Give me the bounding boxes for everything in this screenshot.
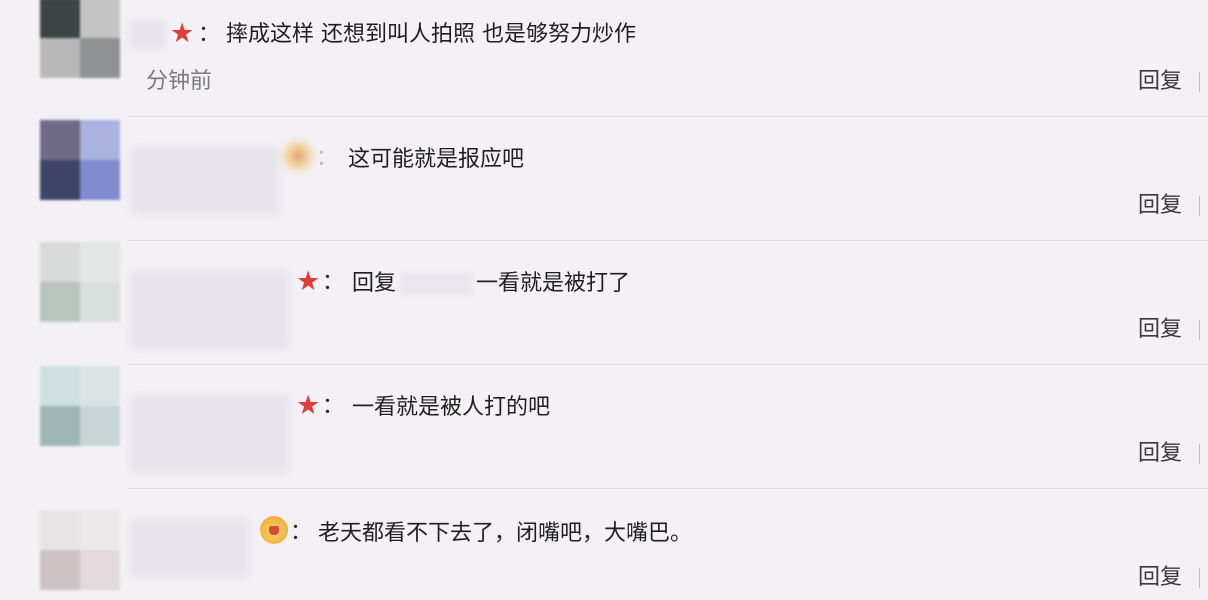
comment-time: 分钟前 bbox=[146, 69, 213, 94]
reply-separator bbox=[1199, 72, 1200, 92]
divider bbox=[128, 488, 1208, 489]
username-blurred[interactable] bbox=[130, 270, 290, 350]
reply-button[interactable]: 回复 bbox=[1138, 193, 1182, 218]
comment-text: 摔成这样 还想到叫人拍照 也是够努力炒作 bbox=[226, 22, 636, 47]
divider bbox=[128, 240, 1208, 241]
star-icon: ★ bbox=[296, 390, 321, 421]
divider bbox=[128, 116, 1208, 117]
mentioned-user-blurred[interactable] bbox=[400, 273, 473, 295]
comment-item: ： 老天都看不下去了，闭嘴吧，大嘴巴。 回复 bbox=[0, 488, 1208, 600]
reply-button[interactable]: 回复 bbox=[1138, 317, 1182, 342]
comment-item: ： 这可能就是报应吧 回复 bbox=[0, 116, 1208, 240]
comment-item: ★ ： 摔成这样 还想到叫人拍照 也是够努力炒作 分钟前 回复 bbox=[0, 0, 1208, 116]
star-icon: ★ bbox=[296, 266, 321, 297]
colon: ： bbox=[322, 270, 345, 295]
colon: ： bbox=[322, 394, 345, 419]
avatar[interactable] bbox=[40, 510, 120, 590]
username-blurred[interactable] bbox=[130, 146, 280, 216]
avatar[interactable] bbox=[40, 366, 120, 446]
reply-button[interactable]: 回复 bbox=[1138, 441, 1182, 466]
star-icon: ★ bbox=[170, 18, 195, 49]
colon: ： bbox=[198, 22, 221, 47]
blurred-badge-icon bbox=[284, 142, 312, 170]
reply-prefix: 回复 bbox=[352, 271, 397, 296]
username-blurred[interactable] bbox=[130, 394, 290, 474]
crown-icon bbox=[260, 516, 288, 544]
colon: ： bbox=[316, 146, 339, 171]
avatar[interactable] bbox=[40, 242, 120, 322]
comment-item: ★ ： 一看就是被人打的吧 回复 bbox=[0, 364, 1208, 488]
colon: ： bbox=[290, 520, 313, 545]
comment-text: 回复 一看就是被打了 bbox=[352, 271, 631, 296]
avatar[interactable] bbox=[40, 0, 120, 78]
comment-item: ★ ： 回复 一看就是被打了 回复 bbox=[0, 240, 1208, 364]
username-blurred[interactable] bbox=[130, 20, 166, 50]
avatar[interactable] bbox=[40, 120, 120, 200]
reply-separator bbox=[1199, 568, 1200, 588]
username-blurred[interactable] bbox=[130, 518, 250, 578]
comment-text: 老天都看不下去了，闭嘴吧，大嘴巴。 bbox=[318, 521, 693, 546]
reply-button[interactable]: 回复 bbox=[1138, 69, 1182, 94]
reply-separator bbox=[1199, 196, 1200, 216]
comment-body: 一看就是被打了 bbox=[476, 271, 631, 296]
reply-separator bbox=[1199, 444, 1200, 464]
comment-text: 一看就是被人打的吧 bbox=[352, 395, 551, 420]
reply-button[interactable]: 回复 bbox=[1138, 565, 1182, 590]
reply-separator bbox=[1199, 320, 1200, 340]
divider bbox=[128, 364, 1208, 365]
comment-text: 这可能就是报应吧 bbox=[348, 147, 525, 172]
